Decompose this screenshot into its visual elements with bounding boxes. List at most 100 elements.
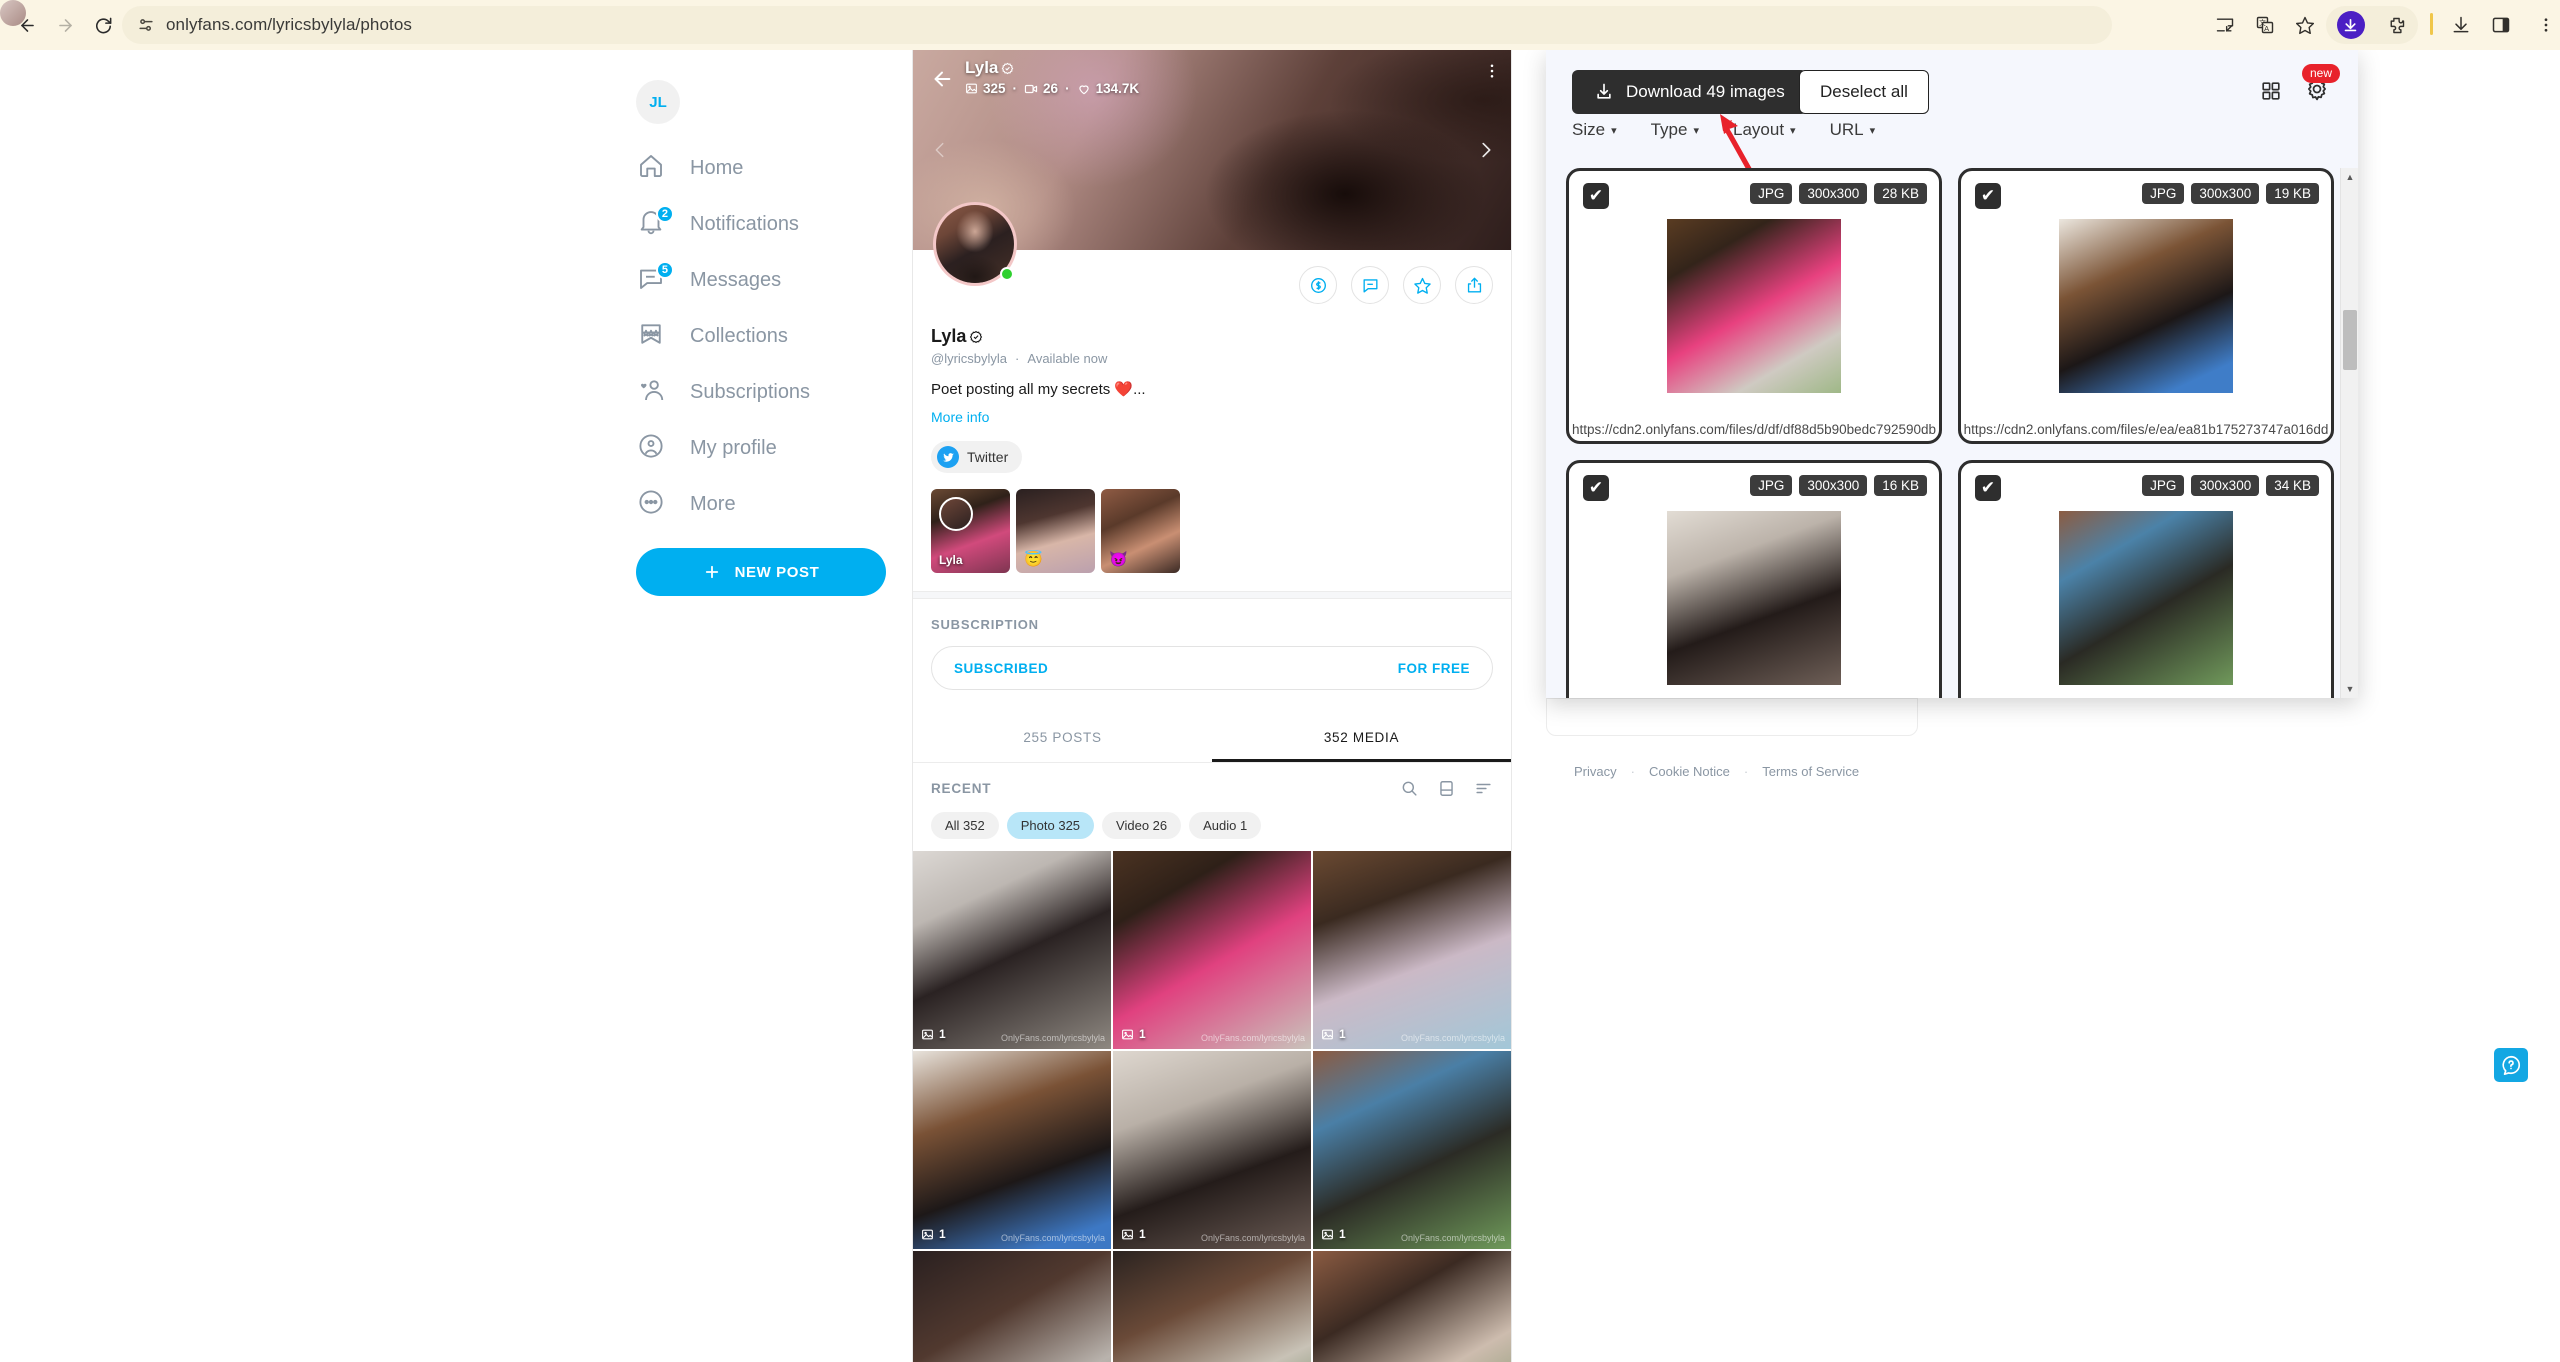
download-label: Download 49 images xyxy=(1626,82,1785,101)
new-post-label: NEW POST xyxy=(734,563,820,581)
highlight-item[interactable]: Lyla xyxy=(931,489,1010,573)
select-checkbox[interactable]: ✔ xyxy=(1975,475,2001,501)
url-text: onlyfans.com/lyricsbylyla/photos xyxy=(166,15,413,34)
media-count-badge: 1 xyxy=(1121,1027,1146,1041)
filter-url[interactable]: URL ▾ xyxy=(1830,120,1876,140)
cookie-notice-link[interactable]: Cookie Notice xyxy=(1649,764,1730,779)
media-count-badge: 1 xyxy=(1121,1227,1146,1241)
download-images-button[interactable]: Download 49 images xyxy=(1572,70,1807,114)
arrow-right-icon xyxy=(58,18,72,32)
side-panel-button[interactable] xyxy=(2484,8,2518,42)
image-results-scroll-area[interactable]: ✔ JPG 300x300 28 KB https://cdn2.onlyfan… xyxy=(1566,168,2358,698)
image-thumbnail xyxy=(2059,511,2233,685)
downloads-button[interactable] xyxy=(2444,8,2478,42)
scroll-down-icon[interactable]: ▼ xyxy=(2341,680,2358,698)
image-downloader-extension-icon[interactable] xyxy=(2336,11,2365,39)
chip-all[interactable]: All 352 xyxy=(931,812,999,839)
terms-of-service-link[interactable]: Terms of Service xyxy=(1762,764,1859,779)
new-post-button[interactable]: NEW POST xyxy=(636,548,886,596)
share-icon xyxy=(1467,277,1481,293)
chip-video[interactable]: Video 26 xyxy=(1102,812,1182,839)
filter-type[interactable]: Type ▾ xyxy=(1651,120,1699,140)
grid-view-icon[interactable] xyxy=(2260,80,2282,102)
sidebar-item-more[interactable]: More xyxy=(620,476,910,532)
scroll-up-icon[interactable]: ▲ xyxy=(2341,168,2358,186)
image-thumbnail xyxy=(1667,219,1841,393)
search-icon[interactable] xyxy=(1400,779,1419,798)
favorite-button[interactable] xyxy=(1403,266,1441,304)
media-grid-item[interactable]: 1 OnlyFans.com/lyricsbylyla xyxy=(1313,851,1511,1049)
cover-prev-button[interactable] xyxy=(929,135,951,165)
scrollbar-thumb[interactable] xyxy=(2343,310,2357,370)
tip-button[interactable] xyxy=(1299,266,1337,304)
profile-action-buttons xyxy=(931,250,1493,304)
chrome-menu-button[interactable] xyxy=(2536,8,2556,42)
cover-next-button[interactable] xyxy=(1475,135,1497,165)
reload-button[interactable] xyxy=(86,8,120,42)
forward-button[interactable] xyxy=(48,8,82,42)
subscription-button[interactable]: SUBSCRIBED FOR FREE xyxy=(931,646,1493,690)
cast-button[interactable] xyxy=(2208,8,2242,42)
format-tag: JPG xyxy=(2142,475,2185,496)
chip-audio[interactable]: Audio 1 xyxy=(1189,812,1262,839)
deselect-all-button[interactable]: Deselect all xyxy=(1799,70,1929,114)
sidebar-item-messages[interactable]: 5 Messages xyxy=(620,252,910,308)
media-grid-item[interactable]: 1 OnlyFans.com/lyricsbylyla xyxy=(913,851,1111,1049)
filter-size[interactable]: Size ▾ xyxy=(1572,120,1617,140)
chevron-right-icon xyxy=(1482,142,1491,158)
chip-photo[interactable]: Photo 325 xyxy=(1006,812,1095,839)
media-grid-item[interactable]: 1 OnlyFans.com/lyricsbylyla xyxy=(1113,1051,1311,1249)
media-grid-item[interactable]: 1 OnlyFans.com/lyricsbylyla xyxy=(913,1051,1111,1249)
more-info-link[interactable]: More info xyxy=(931,409,1493,425)
highlight-item[interactable]: 😇 xyxy=(1016,489,1095,573)
share-button[interactable] xyxy=(1455,266,1493,304)
media-grid-item[interactable]: 1 OnlyFans.com/lyricsbylyla xyxy=(1113,851,1311,1049)
image-url[interactable]: https://cdn2.onlyfans.com/files/e/ea/ea8… xyxy=(1961,422,2331,437)
extensions-puzzle-button[interactable] xyxy=(2386,15,2407,36)
side-panel-icon xyxy=(2492,17,2510,33)
tab-media[interactable]: 352 MEDIA xyxy=(1212,714,1511,762)
twitter-link[interactable]: Twitter xyxy=(931,441,1023,473)
back-button[interactable] xyxy=(10,8,44,42)
bookmark-star-icon xyxy=(636,319,670,353)
format-tag: JPG xyxy=(1750,475,1793,496)
select-checkbox[interactable]: ✔ xyxy=(1583,183,1609,209)
highlight-label: Lyla xyxy=(939,553,963,567)
footer-links: Privacy · Cookie Notice · Terms of Servi… xyxy=(1546,764,1918,779)
handle-text: @lyricsbylyla xyxy=(931,351,1008,366)
site-settings-icon[interactable] xyxy=(136,15,156,35)
popup-scrollbar[interactable]: ▲ ▼ xyxy=(2340,168,2358,698)
sort-icon[interactable] xyxy=(1474,779,1493,798)
media-grid-item[interactable]: 1 OnlyFans.com/lyricsbylyla xyxy=(1313,1051,1511,1249)
address-bar[interactable]: onlyfans.com/lyricsbylyla/photos xyxy=(122,6,2112,44)
translate-button[interactable]: A文 xyxy=(2248,8,2282,42)
sidebar-item-home[interactable]: Home xyxy=(620,140,910,196)
media-grid-item[interactable] xyxy=(1313,1251,1511,1362)
highlight-item[interactable]: 😈 xyxy=(1101,489,1180,573)
cover-more-button[interactable] xyxy=(1483,62,1501,80)
card-view-icon[interactable] xyxy=(1437,779,1456,798)
media-grid-item[interactable] xyxy=(1113,1251,1311,1362)
image-result-card[interactable]: ✔ JPG 300x300 28 KB https://cdn2.onlyfan… xyxy=(1566,168,1942,444)
privacy-link[interactable]: Privacy xyxy=(1574,764,1617,779)
image-url[interactable]: https://cdn2.onlyfans.com/files/d/df/df8… xyxy=(1569,422,1939,437)
sidebar-item-collections[interactable]: Collections xyxy=(620,308,910,364)
sidebar-item-subscriptions[interactable]: Subscriptions xyxy=(620,364,910,420)
image-result-card[interactable]: ✔ JPG 300x300 16 KB xyxy=(1566,460,1942,698)
back-button[interactable] xyxy=(927,64,957,94)
avatar[interactable]: JL xyxy=(636,80,680,124)
message-button[interactable] xyxy=(1351,266,1389,304)
select-checkbox[interactable]: ✔ xyxy=(1583,475,1609,501)
select-checkbox[interactable]: ✔ xyxy=(1975,183,2001,209)
heart-icon xyxy=(1078,84,1089,94)
sidebar-item-notifications[interactable]: 2 Notifications xyxy=(620,196,910,252)
filter-layout[interactable]: Layout ▾ xyxy=(1733,120,1796,140)
media-grid-item[interactable] xyxy=(913,1251,1111,1362)
help-button[interactable] xyxy=(2494,1048,2528,1082)
tab-posts[interactable]: 255 POSTS xyxy=(913,714,1212,762)
profile-avatar[interactable] xyxy=(933,202,1017,286)
image-result-card[interactable]: ✔ JPG 300x300 19 KB https://cdn2.onlyfan… xyxy=(1958,168,2334,444)
sidebar-item-my-profile[interactable]: My profile xyxy=(620,420,910,476)
image-result-card[interactable]: ✔ JPG 300x300 34 KB xyxy=(1958,460,2334,698)
bookmark-button[interactable] xyxy=(2288,8,2322,42)
